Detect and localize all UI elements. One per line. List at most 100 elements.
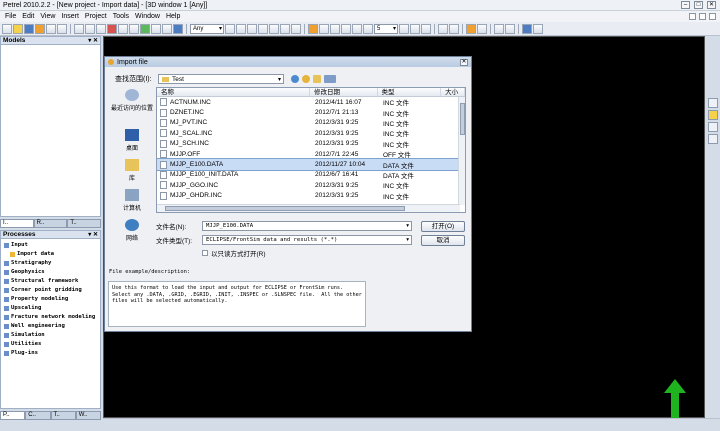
new-project-icon[interactable] [2, 23, 12, 34]
horizontal-scrollbar[interactable] [157, 204, 460, 212]
tab-templates-2[interactable]: T.. [50, 411, 76, 420]
globe-icon[interactable] [494, 23, 504, 34]
filter-icon[interactable] [505, 23, 515, 34]
readonly-checkbox[interactable] [202, 250, 208, 256]
process-item[interactable]: Utilities [4, 340, 97, 349]
minimize-button[interactable]: – [681, 1, 690, 9]
column-name[interactable]: 名称 [157, 88, 310, 96]
menu-help[interactable]: Help [163, 13, 183, 20]
view-front-icon[interactable] [247, 23, 257, 34]
place-libraries[interactable]: 库 [111, 159, 153, 189]
print-icon[interactable] [57, 23, 67, 34]
place-desktop[interactable]: 桌面 [111, 129, 153, 159]
cancel-button[interactable]: 取消 [421, 235, 465, 246]
process-item[interactable]: Corner point gridding [4, 286, 97, 295]
file-row[interactable]: MJJP_GHDR.INC 2012/3/31 9:25 INC 文件 [157, 191, 465, 201]
menu-view[interactable]: View [37, 13, 58, 20]
delete-icon[interactable] [107, 23, 117, 34]
orbit-icon[interactable] [308, 23, 318, 34]
new-folder-icon[interactable] [313, 75, 321, 83]
process-item[interactable]: Well engineering [4, 322, 97, 331]
file-row[interactable]: MJ_SCH.INC 2012/3/31 9:25 INC 文件 [157, 139, 465, 149]
pick-icon[interactable] [466, 23, 476, 34]
help-icon[interactable] [173, 23, 183, 34]
window-icon[interactable] [421, 23, 431, 34]
close-button[interactable]: ✕ [707, 1, 716, 9]
file-row[interactable]: MJJP.OFF 2012/7/1 22:45 OFF 文件 [157, 149, 465, 159]
scroll-thumb[interactable] [165, 206, 405, 211]
menu-window[interactable]: Window [132, 13, 163, 20]
process-item[interactable]: Import data [4, 250, 97, 259]
process-item[interactable]: Property modeling [4, 295, 97, 304]
file-row[interactable]: MJ_SCAL.INC 2012/3/31 9:25 INC 文件 [157, 128, 465, 138]
cut-icon[interactable] [74, 23, 84, 34]
select-mode-icon[interactable] [708, 110, 718, 120]
vertical-scrollbar[interactable] [458, 97, 465, 205]
file-row[interactable]: MJJP_E100_INIT.DATA 2012/6/7 16:41 DATA 文件 [157, 170, 465, 180]
file-list[interactable]: 名称 修改日期 类型 大小 ACTNUM.INC 2012/4/11 16:07 I… [156, 87, 466, 213]
process-item[interactable]: Geophysics [4, 268, 97, 277]
place-computer[interactable]: 计算机 [111, 189, 153, 219]
menu-tools[interactable]: Tools [110, 13, 132, 20]
file-row[interactable]: MJJP_GGO.INC 2012/3/31 9:25 INC 文件 [157, 180, 465, 190]
process-item[interactable]: Stratigraphy [4, 259, 97, 268]
view-mode-icon[interactable] [708, 134, 718, 144]
mdi-close-button[interactable] [709, 13, 716, 20]
pointer-mode-icon[interactable] [708, 122, 718, 132]
zoom-combo[interactable]: 5 [374, 23, 398, 34]
light-icon[interactable] [291, 23, 301, 34]
menu-insert[interactable]: Insert [58, 13, 82, 20]
file-row[interactable]: MJJP_E100.DATA 2012/11/27 10:04 DATA 文件 [157, 158, 465, 171]
view-top-icon[interactable] [236, 23, 246, 34]
process-item[interactable]: Structural framework [4, 277, 97, 286]
copy-icon[interactable] [85, 23, 95, 34]
paste-icon[interactable] [96, 23, 106, 34]
filetype-select[interactable]: ECLIPSE/FrontSim data and results (*.*) … [202, 235, 412, 245]
measure-icon[interactable] [449, 23, 459, 34]
fit-icon[interactable] [352, 23, 362, 34]
grid-icon[interactable] [151, 23, 161, 34]
tab-input[interactable]: I.. [0, 219, 34, 228]
camera-icon[interactable] [280, 23, 290, 34]
tab-templates[interactable]: T.. [67, 219, 102, 228]
info-icon[interactable] [162, 23, 172, 34]
layout-icon[interactable] [399, 23, 409, 34]
models-tree[interactable] [0, 45, 101, 217]
select-icon[interactable] [477, 23, 487, 34]
scroll-thumb[interactable] [460, 103, 465, 135]
tab-workflows[interactable]: W.. [75, 411, 101, 420]
look-in-combo[interactable]: Test ▾ [158, 74, 284, 84]
mdi-minimize-button[interactable] [689, 13, 696, 20]
view-side-icon[interactable] [258, 23, 268, 34]
panel-pin-icon[interactable]: ▾ ✕ [88, 37, 100, 44]
column-date[interactable]: 修改日期 [310, 88, 378, 96]
process-item[interactable]: Input [4, 241, 97, 250]
pan-icon[interactable] [341, 23, 351, 34]
undo-icon[interactable] [118, 23, 128, 34]
redo-icon[interactable] [129, 23, 139, 34]
zoom-in-icon[interactable] [319, 23, 329, 34]
domain-combo[interactable]: Any [190, 23, 224, 34]
back-icon[interactable] [291, 75, 299, 83]
split-icon[interactable] [410, 23, 420, 34]
file-row[interactable]: MJ_PVT.INC 2012/3/31 9:25 INC 文件 [157, 118, 465, 128]
panel-pin-icon[interactable]: ▾ ✕ [88, 231, 100, 238]
open-button[interactable]: 打开(O) [421, 221, 465, 232]
settings-icon[interactable] [140, 23, 150, 34]
process-item[interactable]: Simulation [4, 331, 97, 340]
place-recent[interactable]: 最近访问的位置 [111, 89, 153, 129]
tab-results[interactable]: R.. [33, 219, 68, 228]
process-item[interactable]: Fracture network modeling [4, 313, 97, 322]
import-icon[interactable] [35, 23, 45, 34]
view-iso-icon[interactable] [269, 23, 279, 34]
mdi-restore-button[interactable] [699, 13, 706, 20]
file-row[interactable]: DZNET.INC 2012/7/1 21:13 INC 文件 [157, 107, 465, 118]
view-all-icon[interactable] [225, 23, 235, 34]
menu-edit[interactable]: Edit [19, 13, 37, 20]
tab-cases[interactable]: C.. [25, 411, 51, 420]
up-folder-icon[interactable] [302, 75, 310, 83]
dialog-close-button[interactable]: ✕ [460, 58, 468, 66]
pick-mode-icon[interactable] [708, 98, 718, 108]
place-network[interactable]: 网络 [111, 219, 153, 249]
process-item[interactable]: Upscaling [4, 304, 97, 313]
